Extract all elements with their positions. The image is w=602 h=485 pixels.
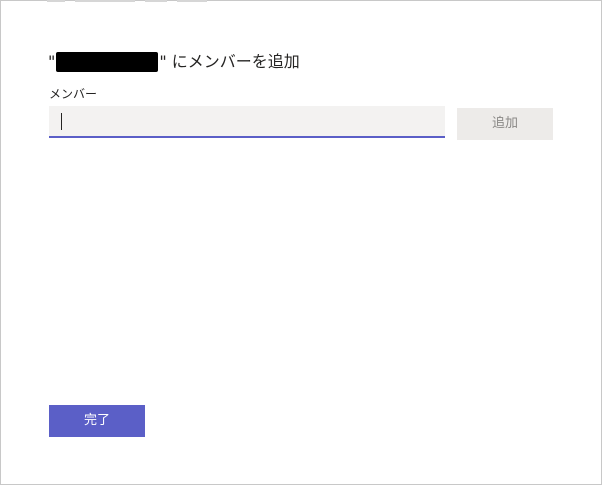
background-text-remnant (47, 0, 247, 3)
text-cursor (61, 113, 62, 130)
add-button[interactable]: 追加 (457, 108, 553, 140)
member-search-input[interactable] (49, 106, 445, 136)
member-input-container[interactable] (49, 106, 445, 138)
member-field-label: メンバー (49, 87, 98, 101)
redacted-team-name (56, 52, 159, 72)
done-button[interactable]: 完了 (49, 405, 145, 437)
add-member-dialog: " " にメンバーを追加 メンバー 追加 完了 (0, 0, 602, 485)
title-text: " にメンバーを追加 (159, 52, 300, 71)
title-quote-open: " (48, 52, 56, 71)
dialog-title: " " にメンバーを追加 (48, 51, 300, 73)
